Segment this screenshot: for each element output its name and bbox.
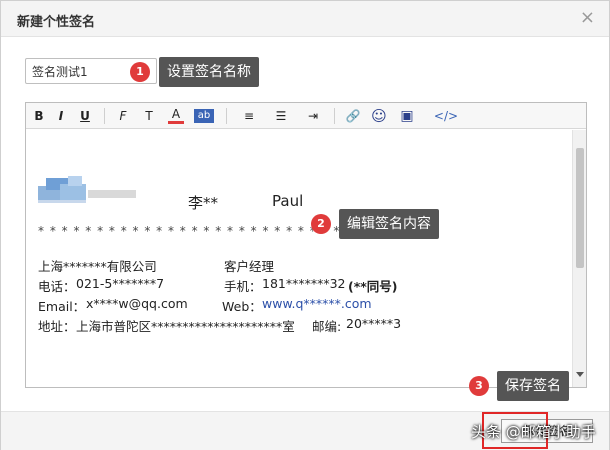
signature-content[interactable]: 李** Paul * * * * * * * * * * * * * * * *…: [26, 130, 572, 387]
signature-name-en: Paul: [272, 192, 304, 210]
signature-mobile-label: 手机：: [224, 279, 262, 294]
signature-company: 上海*******有限公司: [38, 259, 157, 274]
toolbar-separator: [334, 108, 335, 124]
callout-badge-1: 1: [130, 62, 150, 82]
callout-tip-3: 保存签名: [497, 371, 569, 401]
signature-zip: 20*****3: [346, 316, 402, 331]
dialog-titlebar: 新建个性签名 ×: [1, 1, 609, 37]
bold-button[interactable]: B: [32, 106, 46, 126]
font-family-button[interactable]: F: [114, 106, 132, 126]
signature-mobile-note: (**同号): [348, 279, 398, 294]
font-color-button[interactable]: A: [168, 106, 184, 124]
link-icon[interactable]: 🔗: [344, 106, 362, 126]
signature-web-label: Web：: [222, 299, 262, 314]
signature-dialog: 新建个性签名 × 1 设置签名名称 B I U F T A ab ≡ ☰ ⇥ 🔗…: [0, 0, 610, 450]
callout-badge-2: 2: [311, 214, 331, 234]
signature-address-label: 地址：: [38, 319, 76, 334]
indent-button[interactable]: ⇥: [304, 106, 322, 126]
font-size-button[interactable]: T: [140, 106, 158, 126]
signature-phone-label: 电话：: [38, 279, 76, 294]
toolbar-separator: [226, 108, 227, 124]
toolbar-separator: [104, 108, 105, 124]
signature-editor: B I U F T A ab ≡ ☰ ⇥ 🔗 ☺ ▣ </> 李** Paul …: [25, 102, 587, 388]
dialog-title: 新建个性签名: [17, 15, 96, 30]
signature-email: x****w@qq.com: [86, 296, 188, 311]
underline-button[interactable]: U: [78, 106, 92, 126]
background-color-button[interactable]: ab: [194, 109, 214, 123]
close-icon[interactable]: ×: [580, 8, 595, 28]
callout-tip-2: 编辑签名内容: [339, 209, 439, 239]
align-button[interactable]: ≡: [240, 106, 258, 126]
company-logo: [38, 176, 136, 203]
callout-tip-1: 设置签名名称: [159, 57, 259, 87]
signature-name-cn: 李**: [188, 194, 219, 212]
callout-badge-3: 3: [469, 376, 489, 396]
signature-email-label: Email：: [38, 299, 86, 314]
italic-button[interactable]: I: [54, 106, 68, 126]
list-button[interactable]: ☰: [272, 106, 290, 126]
scrollbar-thumb[interactable]: [576, 148, 584, 268]
emoji-icon[interactable]: ☺: [370, 106, 388, 126]
editor-toolbar: B I U F T A ab ≡ ☰ ⇥ 🔗 ☺ ▣ </>: [26, 103, 586, 129]
scroll-down-icon[interactable]: [576, 372, 584, 377]
signature-web-link[interactable]: www.q******.com: [262, 296, 372, 311]
source-code-button[interactable]: </>: [432, 106, 460, 126]
watermark-text: 头条 @邮箱小助手: [471, 423, 596, 441]
signature-mobile: 181*******32: [262, 276, 346, 291]
editor-scrollbar[interactable]: [572, 130, 586, 387]
image-icon[interactable]: ▣: [396, 106, 418, 126]
signature-phone: 021-5*******7: [76, 276, 165, 291]
signature-address: 上海市普陀区*********************室: [76, 319, 295, 334]
signature-position: 客户经理: [224, 259, 275, 274]
signature-zip-label: 邮编:: [312, 319, 342, 334]
